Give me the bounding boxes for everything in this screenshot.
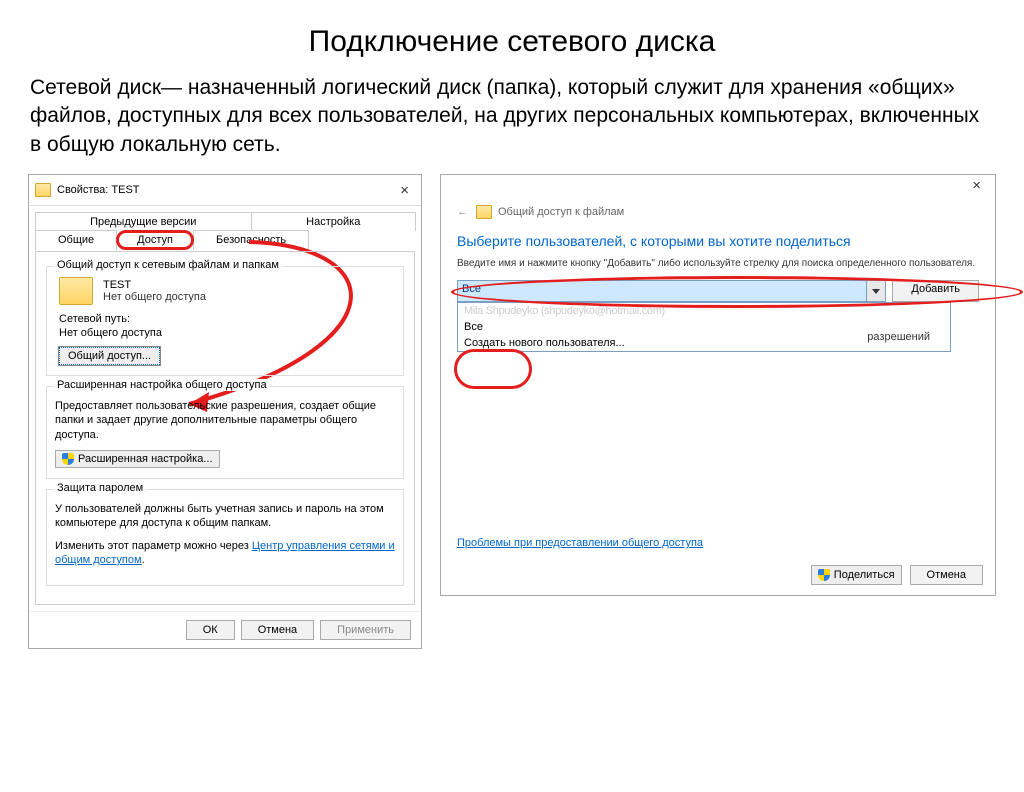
tab-access[interactable]: Доступ bbox=[116, 230, 194, 250]
group-title: Расширенная настройка общего доступа bbox=[54, 379, 270, 391]
close-icon[interactable]: × bbox=[394, 182, 415, 199]
share-label: Поделиться bbox=[834, 569, 895, 581]
share-heading: Выберите пользователей, с которыми вы хо… bbox=[441, 225, 995, 257]
dialog-header-text: Общий доступ к файлам bbox=[498, 206, 624, 218]
advanced-settings-button[interactable]: Расширенная настройка... bbox=[55, 450, 220, 468]
window-title: Свойства: TEST bbox=[57, 184, 394, 196]
folder-icon bbox=[59, 277, 93, 305]
permissions-column-label: разрешений bbox=[867, 331, 930, 343]
cancel-button[interactable]: Отмена bbox=[241, 620, 314, 640]
group-password-protection: Защита паролем У пользователей должны бы… bbox=[46, 489, 404, 586]
user-combobox[interactable]: Все bbox=[457, 280, 886, 302]
group-text-link: Изменить этот параметр можно через Центр… bbox=[55, 539, 395, 568]
dropdown-option[interactable]: Mila Shpudeyko (shpudeyko@hotmail.com) bbox=[458, 303, 950, 319]
text-prefix: Изменить этот параметр можно через bbox=[55, 540, 252, 552]
chevron-down-icon[interactable] bbox=[867, 281, 885, 301]
network-path-label: Сетевой путь: bbox=[59, 313, 395, 325]
group-text: У пользователей должны быть учетная запи… bbox=[55, 502, 395, 531]
text-suffix: . bbox=[142, 554, 145, 566]
tab-security[interactable]: Безопасность bbox=[193, 230, 309, 250]
combo-value: Все bbox=[458, 281, 867, 301]
titlebar: × bbox=[441, 175, 995, 201]
properties-dialog: Свойства: TEST × Предыдущие версии Настр… bbox=[28, 174, 422, 649]
user-combo-row: Все Добавить Mila Shpudeyko (shpudeyko@h… bbox=[441, 276, 995, 306]
ok-button[interactable]: ОК bbox=[186, 620, 235, 640]
share-button[interactable]: Общий доступ... bbox=[59, 347, 160, 365]
close-icon[interactable]: × bbox=[966, 177, 987, 194]
dialog-buttons: Поделиться Отмена bbox=[811, 565, 983, 585]
share-instructions: Введите имя и нажмите кнопку "Добавить" … bbox=[441, 257, 995, 276]
link-text: Проблемы при предоставлении общего досту… bbox=[457, 537, 703, 549]
page-title: Подключение сетевого диска bbox=[0, 25, 1024, 59]
annotation-circle-icon bbox=[454, 349, 532, 389]
back-icon[interactable]: ← bbox=[457, 206, 468, 218]
cancel-button[interactable]: Отмена bbox=[910, 565, 983, 585]
troubleshoot-link[interactable]: Проблемы при предоставлении общего досту… bbox=[457, 537, 703, 549]
advanced-settings-label: Расширенная настройка... bbox=[78, 453, 213, 465]
folder-name: TEST bbox=[103, 279, 206, 291]
group-advanced-sharing: Расширенная настройка общего доступа Пре… bbox=[46, 386, 404, 479]
dialog-header: ← Общий доступ к файлам bbox=[441, 201, 995, 225]
folder-icon bbox=[476, 205, 492, 219]
folder-icon bbox=[35, 183, 51, 197]
tab-general[interactable]: Общие bbox=[35, 230, 117, 250]
tabs: Предыдущие версии Настройка Общие Доступ… bbox=[29, 206, 421, 251]
shield-icon bbox=[818, 569, 830, 581]
option-label: Все bbox=[464, 321, 483, 333]
add-button[interactable]: Добавить bbox=[892, 280, 979, 302]
group-title: Общий доступ к сетевым файлам и папкам bbox=[54, 259, 282, 271]
user-dropdown: Mila Shpudeyko (shpudeyko@hotmail.com) В… bbox=[457, 302, 951, 352]
share-button[interactable]: Поделиться bbox=[811, 565, 902, 585]
page-description: Сетевой диск— назначенный логический дис… bbox=[30, 74, 994, 159]
group-network-share: Общий доступ к сетевым файлам и папкам T… bbox=[46, 266, 404, 376]
titlebar: Свойства: TEST × bbox=[29, 175, 421, 206]
tab-content: Общий доступ к сетевым файлам и папкам T… bbox=[35, 251, 415, 605]
file-sharing-dialog: × ← Общий доступ к файлам Выберите польз… bbox=[440, 174, 996, 596]
shield-icon bbox=[62, 453, 74, 465]
group-text: Предоставляет пользовательские разрешени… bbox=[55, 399, 395, 442]
network-path-value: Нет общего доступа bbox=[59, 327, 395, 339]
folder-share-status: Нет общего доступа bbox=[103, 291, 206, 303]
tab-previous-versions[interactable]: Предыдущие версии bbox=[35, 212, 252, 231]
apply-button[interactable]: Применить bbox=[320, 620, 411, 640]
tab-settings[interactable]: Настройка bbox=[251, 212, 417, 231]
group-title: Защита паролем bbox=[54, 482, 146, 494]
dialog-buttons: ОК Отмена Применить bbox=[29, 611, 421, 648]
